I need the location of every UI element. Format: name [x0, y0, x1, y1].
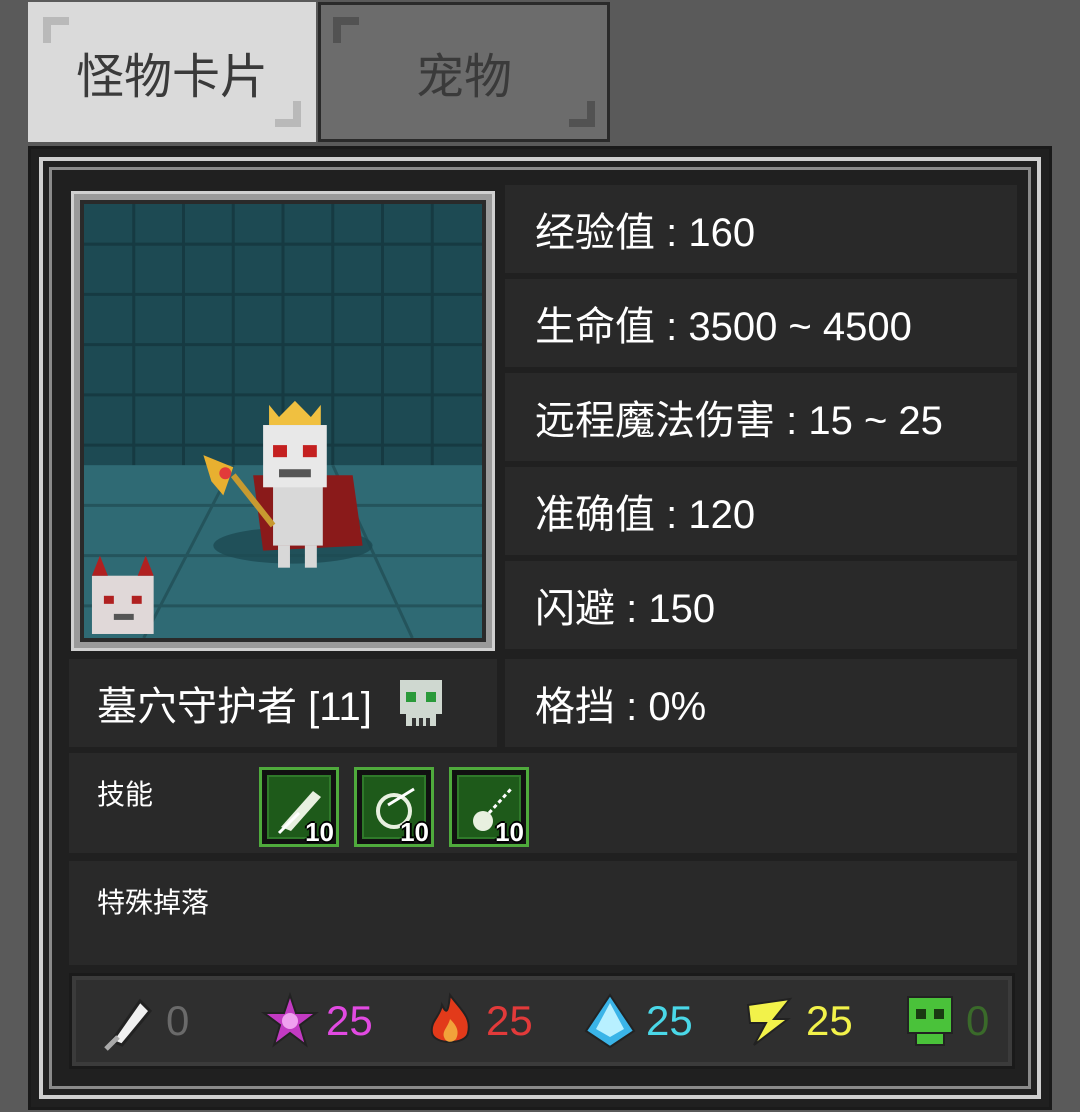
resistance-value: 25 [486, 997, 533, 1044]
monster-card-panel: 经验值 : 160 生命值 : 3500 ~ 4500 远程魔法伤害 : 15 … [28, 146, 1052, 1110]
stat-dodge: 闪避 : 150 [505, 561, 1017, 649]
tab-label: 宠物 [415, 51, 512, 104]
resistance-value: 25 [806, 997, 853, 1044]
resistance-value: 0 [966, 997, 990, 1044]
resistance-value: 25 [326, 997, 373, 1044]
stat-hp: 生命值 : 3500 ~ 4500 [505, 279, 1017, 367]
arcane-icon [260, 991, 320, 1051]
special-drops-section: 特殊掉落 [69, 861, 1017, 965]
tab-label: 怪物卡片 [75, 51, 268, 104]
resistance-bar: 0 25 25 25 25 0 [69, 973, 1015, 1069]
tab-monster-card[interactable]: 怪物卡片 [28, 2, 316, 142]
stat-ranged-magic-damage: 远程魔法伤害 : 15 ~ 25 [505, 373, 1017, 461]
resistance-ice: 25 [580, 986, 693, 1056]
swirl-skill-icon[interactable]: 10 [354, 767, 434, 847]
skull-icon [392, 674, 450, 732]
resistance-physical: 0 [100, 986, 189, 1056]
special-drops-label: 特殊掉落 [97, 887, 210, 918]
lightning-icon [740, 991, 800, 1051]
resistance-poison: 0 [900, 986, 989, 1056]
physical-icon [100, 991, 160, 1051]
orb-skill-icon[interactable]: 10 [449, 767, 529, 847]
resistance-arcane: 25 [260, 986, 373, 1056]
feather-skill-icon[interactable]: 10 [259, 767, 339, 847]
ice-icon [580, 991, 640, 1051]
resistance-fire: 25 [420, 986, 533, 1056]
tab-pet[interactable]: 宠物 [318, 2, 610, 142]
poison-icon [900, 991, 960, 1051]
skills-section: 技能 10 10 10 [69, 753, 1017, 853]
resistance-value: 25 [646, 997, 693, 1044]
skills-label: 技能 [97, 779, 154, 810]
resistance-value: 0 [166, 997, 190, 1044]
monster-name-row: 墓穴守护者 [11] [69, 659, 497, 747]
stat-block: 格挡 : 0% [505, 659, 1017, 747]
monster-portrait [71, 191, 495, 651]
fire-icon [420, 991, 480, 1051]
stat-experience: 经验值 : 160 [505, 185, 1017, 273]
monster-name: 墓穴守护者 [11] [97, 685, 372, 729]
stat-accuracy: 准确值 : 120 [505, 467, 1017, 555]
resistance-lightning: 25 [740, 986, 853, 1056]
dungeon-scene [84, 204, 482, 638]
